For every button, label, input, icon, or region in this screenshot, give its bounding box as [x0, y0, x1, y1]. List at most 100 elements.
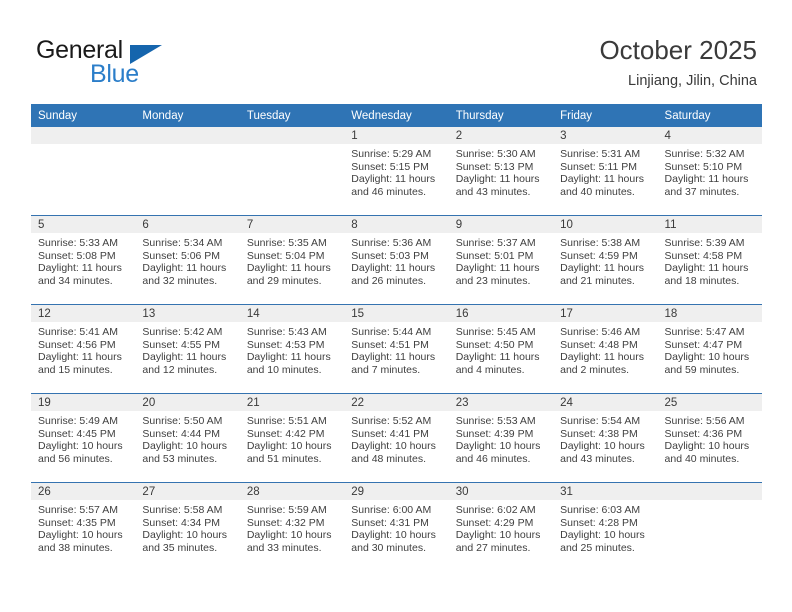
day-number: 16	[448, 305, 554, 322]
day-number: 8	[344, 216, 449, 233]
calendar-day-cell[interactable]: 16 Sunrise: 5:45 AM Sunset: 4:50 PM Dayligh…	[448, 304, 554, 394]
calendar-table: Sunday Monday Tuesday Wednesday Thursday…	[31, 104, 762, 571]
day-details: Sunrise: 6:02 AM Sunset: 4:29 PM Daylight:…	[449, 500, 553, 554]
day-cell-inner: 31 Sunrise: 6:03 AM Sunset: 4:28 PM Dayligh…	[553, 483, 658, 571]
calendar-week-row: 5 Sunrise: 5:33 AM Sunset: 5:08 PM Daylight…	[31, 215, 762, 305]
day-cell-inner: 5 Sunrise: 5:33 AM Sunset: 5:08 PM Daylight…	[31, 216, 136, 304]
calendar-day-cell[interactable]: 23 Sunrise: 5:53 AM Sunset: 4:39 PM Dayligh…	[448, 393, 554, 483]
day-cell-inner: 18 Sunrise: 5:47 AM Sunset: 4:47 PM Dayligh…	[657, 305, 762, 393]
sunrise-text: Sunrise: 5:50 AM	[142, 415, 223, 427]
daylight-text-line2: and 33 minutes.	[246, 541, 322, 554]
calendar-day-cell[interactable]: 11 Sunrise: 5:39 AM Sunset: 4:58 PM Dayligh…	[657, 215, 762, 305]
calendar-day-cell[interactable]: 24 Sunrise: 5:54 AM Sunset: 4:38 PM Dayligh…	[553, 393, 658, 483]
calendar-day-cell[interactable]: 17 Sunrise: 5:46 AM Sunset: 4:48 PM Dayligh…	[553, 304, 658, 394]
sunset-text: Sunset: 4:29 PM	[455, 516, 534, 529]
sunrise-text: Sunrise: 5:57 AM	[38, 504, 118, 516]
day-details: Sunrise: 5:34 AM Sunset: 5:06 PM Daylight:…	[135, 233, 239, 287]
day-number: 25	[657, 394, 762, 411]
calendar-page: General Blue October 2025 Linjiang, Jili…	[0, 0, 792, 612]
calendar-day-cell[interactable]: 18 Sunrise: 5:47 AM Sunset: 4:47 PM Dayligh…	[657, 304, 762, 394]
sunrise-text: Sunrise: 5:33 AM	[38, 237, 118, 249]
day-number: 11	[657, 216, 762, 233]
day-number: 28	[239, 483, 345, 500]
day-cell-inner	[657, 483, 762, 571]
daylight-text-line2: and 43 minutes.	[455, 185, 531, 198]
general-blue-logo[interactable]: General Blue	[36, 36, 226, 88]
calendar-day-cell[interactable]: 10 Sunrise: 5:38 AM Sunset: 4:59 PM Dayligh…	[553, 215, 658, 305]
daylight-text-line2: and 46 minutes.	[351, 185, 426, 198]
sunrise-text: Sunrise: 5:58 AM	[142, 504, 223, 516]
sunrise-text: Sunrise: 5:29 AM	[351, 148, 432, 160]
sunset-text: Sunset: 4:56 PM	[38, 338, 116, 351]
calendar-week-row: 1 Sunrise: 5:29 AM Sunset: 5:15 PM Daylight…	[31, 127, 762, 216]
day-details: Sunrise: 5:33 AM Sunset: 5:08 PM Daylight:…	[31, 233, 135, 287]
day-details: Sunrise: 5:56 AM Sunset: 4:36 PM Daylight:…	[658, 411, 762, 465]
calendar-day-cell[interactable]: 5 Sunrise: 5:33 AM Sunset: 5:08 PM Daylight…	[31, 215, 136, 305]
daylight-text-line2: and 2 minutes.	[560, 363, 629, 376]
daylight-text-line1: Daylight: 10 hours	[455, 529, 541, 542]
day-cell-inner: 19 Sunrise: 5:49 AM Sunset: 4:45 PM Dayligh…	[31, 394, 136, 482]
sunrise-text: Sunrise: 6:02 AM	[455, 504, 536, 516]
calendar-day-cell[interactable]: 2 Sunrise: 5:30 AM Sunset: 5:13 PM Daylight…	[448, 127, 554, 216]
sunrise-text: Sunrise: 5:38 AM	[560, 237, 641, 249]
daylight-text-line1: Daylight: 11 hours	[560, 262, 644, 275]
sunrise-text: Sunrise: 5:53 AM	[455, 415, 536, 427]
calendar-day-cell[interactable]: 22 Sunrise: 5:52 AM Sunset: 4:41 PM Dayligh…	[344, 393, 449, 483]
day-cell-inner	[239, 127, 345, 215]
calendar-day-cell[interactable]: 3 Sunrise: 5:31 AM Sunset: 5:11 PM Daylight…	[553, 127, 658, 216]
day-details: Sunrise: 5:54 AM Sunset: 4:38 PM Daylight:…	[553, 411, 657, 465]
daylight-text-line1: Daylight: 11 hours	[351, 351, 436, 364]
day-cell-inner: 28 Sunrise: 5:59 AM Sunset: 4:32 PM Dayligh…	[239, 483, 345, 571]
calendar-day-cell[interactable]: 25 Sunrise: 5:56 AM Sunset: 4:36 PM Dayligh…	[657, 393, 762, 483]
calendar-day-cell[interactable]: 27 Sunrise: 5:58 AM Sunset: 4:34 PM Dayligh…	[135, 482, 240, 571]
calendar-day-cell[interactable]: 14 Sunrise: 5:43 AM Sunset: 4:53 PM Dayligh…	[239, 304, 345, 394]
sunrise-text: Sunrise: 5:54 AM	[560, 415, 641, 427]
calendar-day-cell[interactable]: 31 Sunrise: 6:03 AM Sunset: 4:28 PM Dayligh…	[553, 482, 658, 571]
day-details: Sunrise: 5:59 AM Sunset: 4:32 PM Daylight:…	[240, 500, 344, 554]
day-details: Sunrise: 5:53 AM Sunset: 4:39 PM Daylight:…	[449, 411, 553, 465]
sunset-text: Sunset: 5:15 PM	[351, 160, 429, 173]
calendar-day-cell[interactable]: 28 Sunrise: 5:59 AM Sunset: 4:32 PM Dayligh…	[239, 482, 345, 571]
weekday-header-monday: Monday	[135, 104, 240, 127]
calendar-day-cell[interactable]: 4 Sunrise: 5:32 AM Sunset: 5:10 PM Daylight…	[657, 127, 762, 216]
calendar-day-cell[interactable]: 13 Sunrise: 5:42 AM Sunset: 4:55 PM Dayligh…	[135, 304, 240, 394]
day-cell-inner: 25 Sunrise: 5:56 AM Sunset: 4:36 PM Dayligh…	[657, 394, 762, 482]
calendar-day-cell[interactable]: 19 Sunrise: 5:49 AM Sunset: 4:45 PM Dayligh…	[31, 393, 136, 483]
sunrise-text: Sunrise: 5:35 AM	[246, 237, 327, 249]
calendar-day-cell[interactable]: 15 Sunrise: 5:44 AM Sunset: 4:51 PM Dayligh…	[344, 304, 449, 394]
daylight-text-line2: and 30 minutes.	[351, 541, 426, 554]
day-details: Sunrise: 5:31 AM Sunset: 5:11 PM Daylight:…	[553, 144, 657, 198]
location-subtitle: Linjiang, Jilin, China	[628, 73, 757, 89]
sunset-text: Sunset: 4:55 PM	[142, 338, 221, 351]
calendar-day-cell[interactable]: 29 Sunrise: 6:00 AM Sunset: 4:31 PM Dayligh…	[344, 482, 449, 571]
daylight-text-line2: and 59 minutes.	[664, 363, 740, 376]
day-number: 24	[553, 394, 658, 411]
calendar-day-cell[interactable]: 7 Sunrise: 5:35 AM Sunset: 5:04 PM Daylight…	[239, 215, 345, 305]
day-number: 17	[553, 305, 658, 322]
daylight-text-line2: and 29 minutes.	[246, 274, 322, 287]
day-cell-inner: 26 Sunrise: 5:57 AM Sunset: 4:35 PM Dayligh…	[31, 483, 136, 571]
day-number: 18	[657, 305, 762, 322]
daylight-text-line1: Daylight: 11 hours	[455, 262, 540, 275]
day-number: 31	[553, 483, 658, 500]
sunrise-text: Sunrise: 5:49 AM	[38, 415, 118, 427]
day-details: Sunrise: 5:51 AM Sunset: 4:42 PM Daylight:…	[240, 411, 344, 465]
day-number: 21	[239, 394, 345, 411]
day-details: Sunrise: 5:36 AM Sunset: 5:03 PM Daylight:…	[344, 233, 448, 287]
calendar-day-cell[interactable]: 1 Sunrise: 5:29 AM Sunset: 5:15 PM Daylight…	[344, 127, 449, 216]
calendar-day-cell[interactable]: 21 Sunrise: 5:51 AM Sunset: 4:42 PM Dayligh…	[239, 393, 345, 483]
calendar-day-cell[interactable]: 12 Sunrise: 5:41 AM Sunset: 4:56 PM Dayligh…	[31, 304, 136, 394]
calendar-day-cell[interactable]: 30 Sunrise: 6:02 AM Sunset: 4:29 PM Dayligh…	[448, 482, 554, 571]
daylight-text-line2: and 48 minutes.	[351, 452, 426, 465]
day-number: 2	[448, 127, 554, 144]
calendar-day-cell[interactable]: 26 Sunrise: 5:57 AM Sunset: 4:35 PM Dayligh…	[31, 482, 136, 571]
day-number: 12	[31, 305, 136, 322]
calendar-day-cell[interactable]: 9 Sunrise: 5:37 AM Sunset: 5:01 PM Daylight…	[448, 215, 554, 305]
weekday-header-wednesday: Wednesday	[344, 104, 449, 127]
day-cell-inner: 21 Sunrise: 5:51 AM Sunset: 4:42 PM Dayligh…	[239, 394, 345, 482]
calendar-day-cell[interactable]: 20 Sunrise: 5:50 AM Sunset: 4:44 PM Dayligh…	[135, 393, 240, 483]
calendar-day-cell[interactable]: 6 Sunrise: 5:34 AM Sunset: 5:06 PM Daylight…	[135, 215, 240, 305]
calendar-day-cell[interactable]: 8 Sunrise: 5:36 AM Sunset: 5:03 PM Daylight…	[344, 215, 449, 305]
daylight-text-line2: and 51 minutes.	[246, 452, 322, 465]
day-number	[31, 127, 136, 144]
